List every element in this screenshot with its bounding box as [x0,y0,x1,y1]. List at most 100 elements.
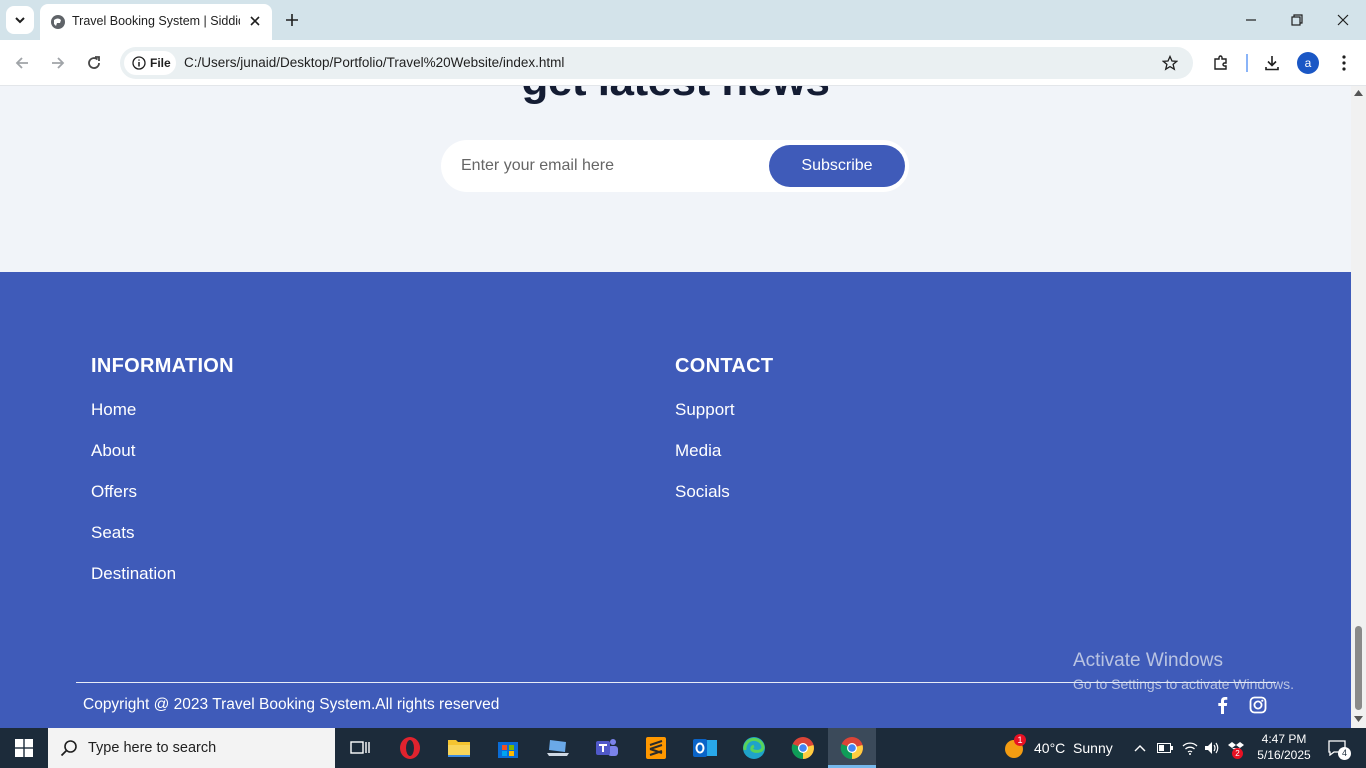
store-icon [498,742,518,758]
tray-badge: 2 [1232,748,1243,759]
tab-search-button[interactable] [6,6,34,34]
taskbar-app-chrome-active[interactable] [828,728,876,768]
page-viewport: get latest news Subscribe INFORMATION Ho… [0,86,1351,728]
instagram-link[interactable] [1247,694,1269,716]
forward-button[interactable] [44,49,72,77]
notification-count: 4 [1338,747,1351,760]
taskbar-app-edge[interactable] [734,732,774,764]
taskbar-search-box[interactable]: Type here to search [48,728,335,768]
teams-icon [596,739,618,756]
facebook-icon [1218,697,1228,714]
clock-date: 5/16/2025 [1257,748,1311,762]
address-bar[interactable]: File C:/Users/junaid/Desktop/Portfolio/T… [120,47,1193,79]
close-icon [250,16,260,26]
chevron-down-icon [15,17,25,24]
browser-tab[interactable]: Travel Booking System | Siddiqui [40,4,272,40]
footer-link-about[interactable]: About [91,441,135,461]
minimize-button[interactable] [1236,6,1266,34]
start-button[interactable] [0,728,48,768]
new-tab-button[interactable] [280,8,304,32]
info-icon [132,56,146,70]
reload-icon [88,56,100,69]
battery-button[interactable] [1155,738,1175,758]
subscribe-form: Subscribe [441,140,909,192]
browser-tab-bar: Travel Booking System | Siddiqui [0,0,1366,40]
back-button[interactable] [8,49,36,77]
clock-time: 4:47 PM [1261,732,1307,746]
taskbar-app-remote-desktop[interactable] [538,732,578,764]
close-window-button[interactable] [1328,6,1358,34]
toolbar-separator [1246,54,1248,72]
activate-windows-watermark: Activate Windows Go to Settings to activ… [1073,650,1294,692]
star-icon [1162,55,1178,71]
taskbar-app-chrome[interactable] [783,732,823,764]
tray-app-button[interactable]: 2 [1226,738,1246,759]
taskbar-search-placeholder: Type here to search [88,740,217,756]
arrow-right-icon [52,57,65,69]
copyright-text: Copyright @ 2023 Travel Booking System.A… [83,696,500,713]
watermark-line-2: Go to Settings to activate Windows. [1073,676,1294,692]
reload-button[interactable] [80,49,108,77]
task-view-icon [350,741,370,754]
facebook-link[interactable] [1211,694,1233,716]
browser-toolbar: File C:/Users/junaid/Desktop/Portfolio/T… [0,40,1366,86]
weather-text: 40°C Sunny [1034,740,1113,756]
clock[interactable]: 4:47 PM 5/16/2025 [1252,730,1316,766]
chevron-up-icon [1134,745,1146,752]
watermark-line-1: Activate Windows [1073,650,1223,671]
email-input[interactable] [461,154,761,178]
browser-menu-button[interactable] [1332,49,1356,77]
network-button[interactable] [1180,738,1200,758]
url-text: C:/Users/junaid/Desktop/Portfolio/Travel… [184,55,565,70]
scroll-up-icon[interactable] [1354,90,1363,96]
minimize-icon [1246,19,1256,21]
taskbar-app-teams[interactable] [587,732,627,764]
footer-link-offers[interactable]: Offers [91,482,137,502]
battery-icon [1157,743,1173,753]
subscribe-button[interactable]: Subscribe [769,145,905,187]
chrome-icon [791,737,814,760]
scrollbar-thumb[interactable] [1355,626,1362,710]
footer-link-seats[interactable]: Seats [91,523,134,543]
page-scrollbar[interactable] [1351,86,1366,728]
extensions-button[interactable] [1207,49,1235,77]
downloads-button[interactable] [1258,49,1286,77]
notification-center-button[interactable]: 4 [1322,736,1352,760]
download-icon [1265,56,1279,71]
taskbar-app-sublime-text[interactable] [636,732,676,764]
taskbar-app-outlook[interactable] [685,732,725,764]
more-vertical-icon [1342,55,1346,71]
task-view-button[interactable] [340,732,380,764]
volume-button[interactable] [1202,738,1222,758]
footer-link-support[interactable]: Support [675,400,735,420]
scroll-down-icon[interactable] [1354,716,1363,722]
globe-icon [51,15,65,29]
taskbar-app-file-explorer[interactable] [439,732,479,764]
contact-heading: CONTACT [675,355,774,377]
footer-link-destination[interactable]: Destination [91,564,176,584]
restore-icon [1291,14,1303,26]
information-heading: INFORMATION [91,355,234,377]
weather-widget[interactable]: 1 40°C Sunny [1000,728,1118,768]
close-icon [1337,14,1349,26]
restore-button[interactable] [1282,6,1312,34]
footer-link-home[interactable]: Home [91,400,136,420]
profile-avatar[interactable]: a [1297,52,1319,74]
sublime-text-icon [646,737,666,759]
taskbar-app-opera[interactable] [390,732,430,764]
site-info-chip[interactable]: File [124,51,176,75]
windows-taskbar: Type here to search 1 40°C Sunny 2 4:47 … [0,728,1366,768]
search-icon [60,740,77,757]
tab-close-button[interactable] [246,12,264,30]
footer-link-socials[interactable]: Socials [675,482,730,502]
footer-link-media[interactable]: Media [675,441,721,461]
folder-icon [448,740,470,757]
taskbar-app-microsoft-store[interactable] [488,732,528,764]
tab-title: Travel Booking System | Siddiqui [72,14,240,28]
puzzle-icon [1214,55,1227,70]
bookmark-button[interactable] [1158,51,1182,75]
edge-icon [743,737,765,759]
weather-badge: 1 [1014,734,1026,746]
laptop-icon [547,740,569,756]
show-hidden-icons-button[interactable] [1130,738,1150,758]
